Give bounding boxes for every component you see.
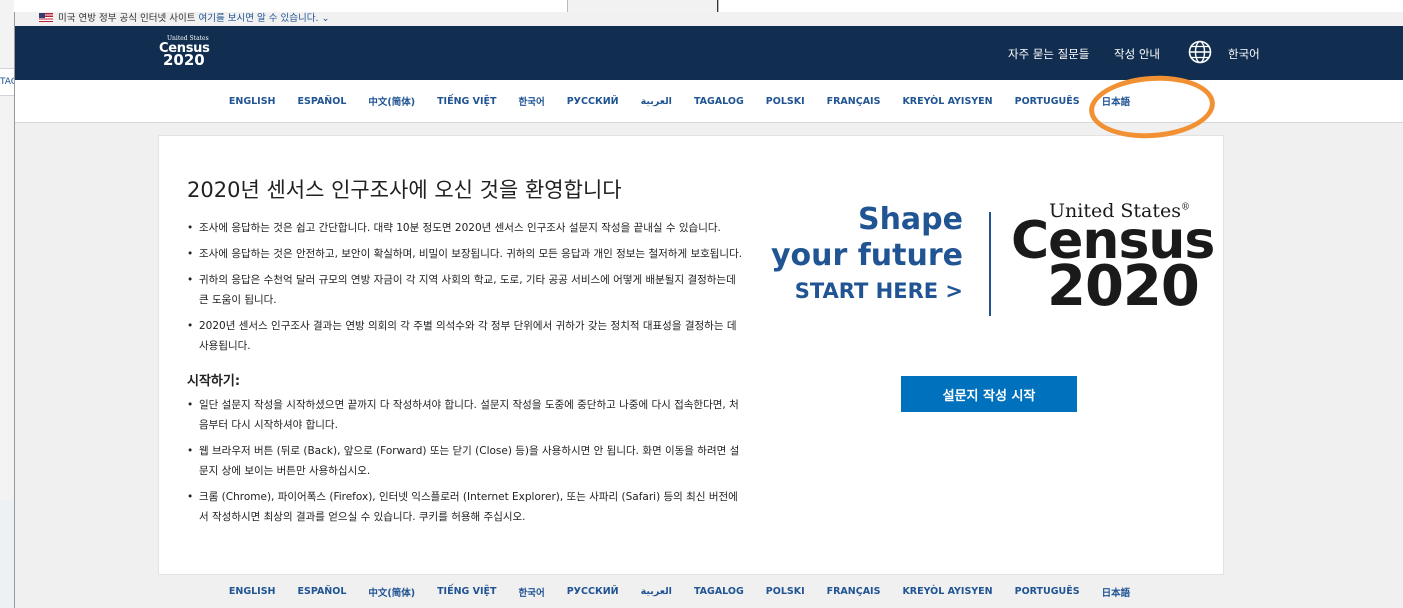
site-header: United States Census 2020 자주 묻는 질문들 작성 안… <box>15 26 1403 80</box>
lang-french[interactable]: FRANÇAIS <box>827 586 881 597</box>
promo-line-future: your future <box>770 238 963 273</box>
list-item: 조사에 응답하는 것은 쉽고 간단합니다. 대략 10분 정도면 2020년 센… <box>187 218 747 238</box>
globe-icon[interactable] <box>1188 40 1212 64</box>
promo-divider <box>989 212 991 316</box>
intro-list: 조사에 응답하는 것은 쉽고 간단합니다. 대략 10분 정도면 2020년 센… <box>187 218 747 356</box>
welcome-card: 2020년 센서스 인구조사에 오신 것을 환영합니다 조사에 응답하는 것은 … <box>158 135 1224 575</box>
lang-english[interactable]: ENGLISH <box>229 586 276 597</box>
language-bar-bottom: ENGLISH ESPAÑOL 中文(简体) TIẾNG VIỆT 한국어 РУ… <box>15 575 1403 608</box>
lang-tagalog[interactable]: TAGALOG <box>694 586 744 597</box>
faq-link[interactable]: 자주 묻는 질문들 <box>1008 46 1089 62</box>
start-questionnaire-button[interactable]: 설문지 작성 시작 <box>901 376 1077 412</box>
list-item: 2020년 센서스 인구조사 결과는 연방 의회의 각 주별 의석수와 각 정부… <box>187 316 747 356</box>
lang-russian[interactable]: РУССКИЙ <box>567 586 619 597</box>
gov-banner: 미국 연방 정부 공식 인터넷 사이트 여기를 보시면 알 수 있습니다. ⌄ <box>15 12 1403 26</box>
lang-korean[interactable]: 한국어 <box>518 94 544 108</box>
lang-french[interactable]: FRANÇAIS <box>827 96 881 107</box>
chevron-down-icon[interactable]: ⌄ <box>321 13 329 24</box>
lang-russian[interactable]: РУССКИЙ <box>567 96 619 107</box>
lang-japanese[interactable]: 日本語 <box>1102 585 1131 599</box>
list-item: 크롬 (Chrome), 파이어폭스 (Firefox), 인터넷 익스플로러 … <box>187 487 747 527</box>
list-item: 조사에 응답하는 것은 안전하고, 보안이 확실하며, 비밀이 보장됩니다. 귀… <box>187 244 747 264</box>
lang-portuguese[interactable]: PORTUGUÊS <box>1015 586 1080 597</box>
lang-haitian-creole[interactable]: KREYÒL AYISYEN <box>902 586 992 597</box>
lang-tagalog[interactable]: TAGALOG <box>694 96 744 107</box>
promo-line-start: START HERE > <box>794 279 963 303</box>
promo-tagline: Shape your future START HERE > <box>771 202 963 308</box>
guide-link[interactable]: 작성 안내 <box>1114 46 1160 62</box>
list-item: 웹 브라우저 버튼 (뒤로 (Back), 앞으로 (Forward) 또는 닫… <box>187 441 747 481</box>
lang-spanish[interactable]: ESPAÑOL <box>298 586 347 597</box>
page-title: 2020년 센서스 인구조사에 오신 것을 환영합니다 <box>187 178 622 202</box>
lang-chinese[interactable]: 中文(简体) <box>368 585 415 599</box>
lang-vietnamese[interactable]: TIẾNG VIỆT <box>437 586 496 597</box>
census-2020-logo: United States® Census 2020 <box>1011 202 1215 315</box>
lang-arabic[interactable]: العربية <box>641 586 672 597</box>
start-list: 일단 설문지 작성을 시작하셨으면 끝까지 다 작성하셔야 합니다. 설문지 작… <box>187 395 747 527</box>
logo-year: 2020 <box>163 51 205 69</box>
lang-vietnamese[interactable]: TIẾNG VIỆT <box>437 96 496 107</box>
list-item: 일단 설문지 작성을 시작하셨으면 끝까지 다 작성하셔야 합니다. 설문지 작… <box>187 395 747 435</box>
lang-korean[interactable]: 한국어 <box>518 585 544 599</box>
start-heading: 시작하기: <box>187 374 241 389</box>
lang-chinese[interactable]: 中文(简体) <box>368 94 415 108</box>
lang-arabic[interactable]: العربية <box>641 96 672 107</box>
gov-banner-link[interactable]: 여기를 보시면 알 수 있습니다. <box>199 13 319 24</box>
current-language[interactable]: 한국어 <box>1228 46 1260 62</box>
lang-spanish[interactable]: ESPAÑOL <box>298 96 347 107</box>
promo-line-shape: Shape <box>857 202 963 237</box>
browser-window: 미국 연방 정부 공식 인터넷 사이트 여기를 보시면 알 수 있습니다. ⌄ U… <box>14 12 1403 608</box>
lang-polish[interactable]: POLSKI <box>766 586 805 597</box>
list-item: 귀하의 응답은 수천억 달러 규모의 연방 자금이 각 지역 사회의 학교, 도… <box>187 270 747 310</box>
lang-portuguese[interactable]: PORTUGUÊS <box>1015 96 1080 107</box>
shape-your-future-promo: Shape your future START HERE > United St… <box>771 202 1215 316</box>
lang-english[interactable]: ENGLISH <box>229 96 276 107</box>
welcome-text-column: 2020년 센서스 인구조사에 오신 것을 환영합니다 조사에 응답하는 것은 … <box>187 174 747 533</box>
lang-haitian-creole[interactable]: KREYÒL AYISYEN <box>902 96 992 107</box>
gov-banner-text: 미국 연방 정부 공식 인터넷 사이트 <box>58 13 196 24</box>
census-logo[interactable]: United States Census 2020 <box>159 36 210 68</box>
lang-polish[interactable]: POLSKI <box>766 96 805 107</box>
us-flag-icon <box>39 13 53 22</box>
